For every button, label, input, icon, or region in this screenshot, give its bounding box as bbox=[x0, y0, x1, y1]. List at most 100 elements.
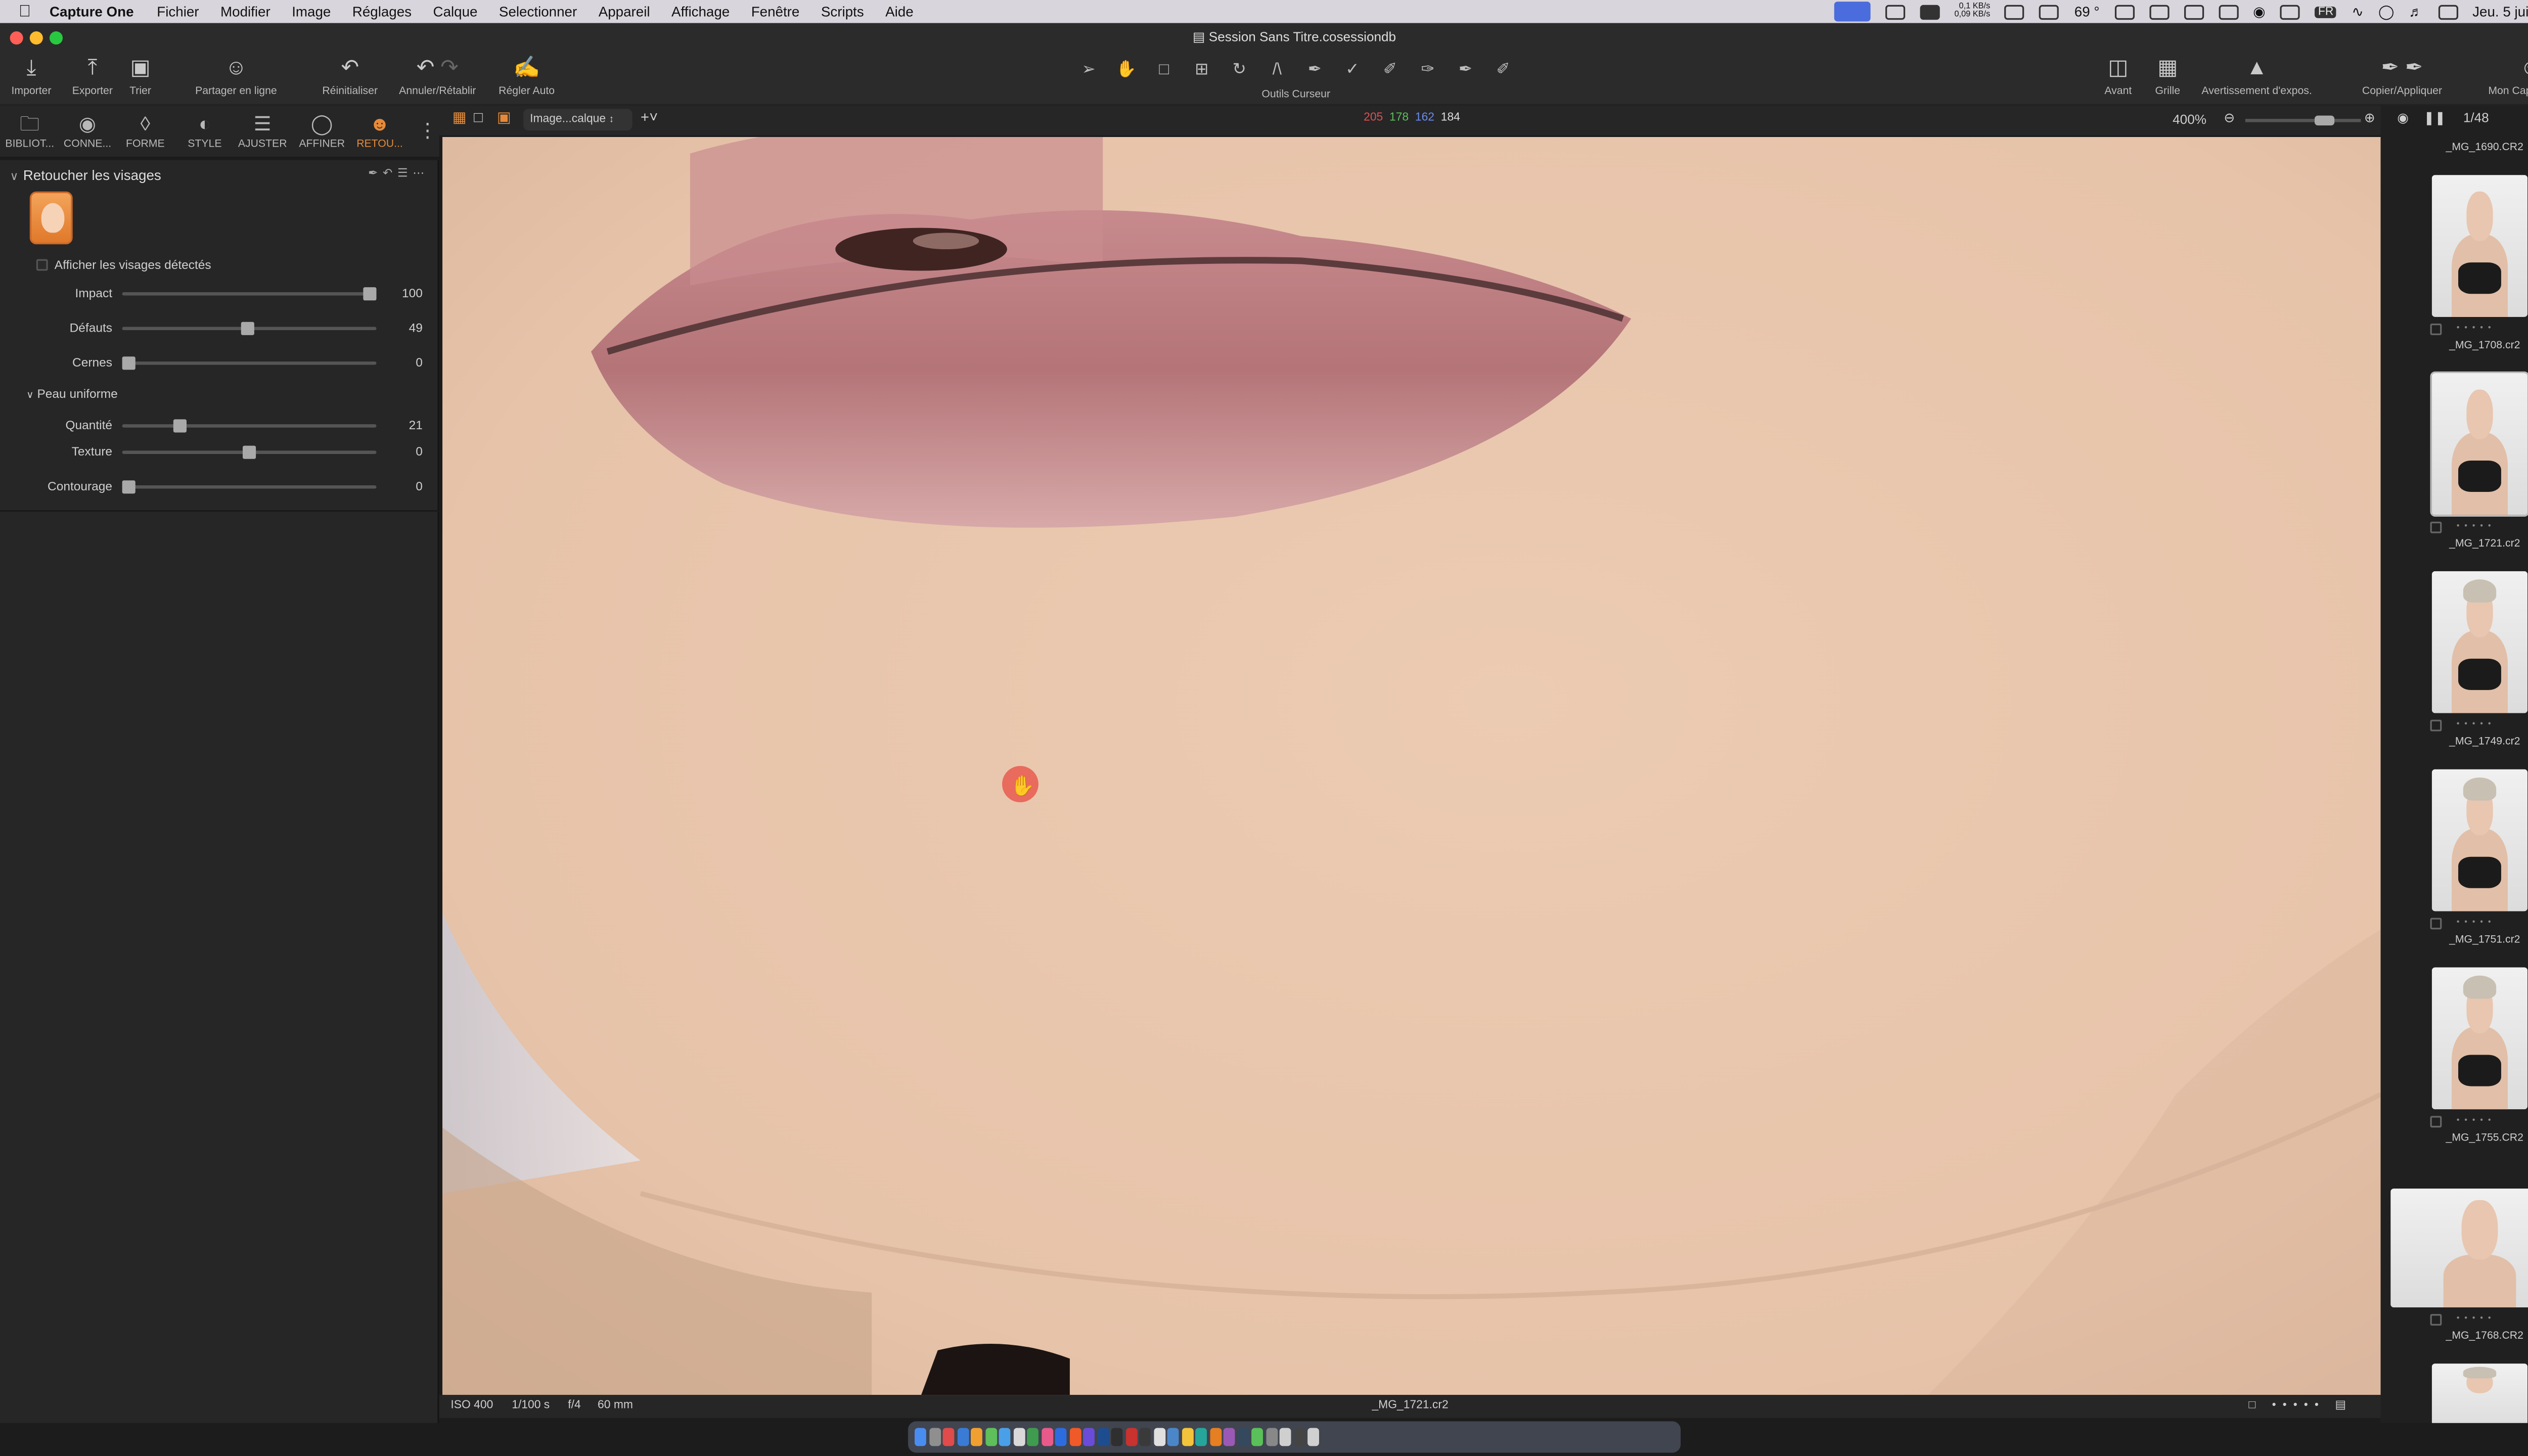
app-icon[interactable] bbox=[1069, 1428, 1081, 1446]
slider-track[interactable] bbox=[122, 445, 377, 459]
minimize-window-button[interactable] bbox=[29, 31, 43, 45]
thumb-checkbox[interactable] bbox=[2430, 1314, 2442, 1326]
slider-track[interactable] bbox=[122, 480, 377, 494]
apple-icon[interactable]:  bbox=[0, 3, 50, 21]
display-icon[interactable] bbox=[2218, 4, 2238, 19]
redo-icon[interactable]: ↷ bbox=[440, 55, 459, 79]
slider-track[interactable] bbox=[122, 356, 377, 370]
crop-tool-icon[interactable]: ⊞ bbox=[1186, 60, 1217, 78]
undo-redo-button[interactable]: ↶ ↷ Annuler/Rétablir bbox=[393, 53, 482, 98]
layer-select[interactable]: Image...calque ↕ bbox=[523, 109, 633, 130]
thumb-rating[interactable]: ••••• bbox=[2457, 1116, 2496, 1126]
my-capture-one-button[interactable]: ☺Mon Capture One bbox=[2479, 53, 2528, 98]
app-icon[interactable] bbox=[1223, 1428, 1235, 1446]
eyedropper-tool-icon[interactable]: ✓ bbox=[1337, 60, 1368, 78]
show-faces-checkbox[interactable] bbox=[36, 259, 48, 271]
thumb-checkbox[interactable] bbox=[2430, 521, 2442, 533]
app-icon[interactable] bbox=[1167, 1428, 1179, 1446]
zoom-window-button[interactable] bbox=[49, 31, 63, 45]
menu-affichage[interactable]: Affichage bbox=[671, 4, 730, 20]
tab-refine[interactable]: ◯ AFFINER bbox=[294, 109, 350, 150]
screen-record-icon[interactable] bbox=[1885, 4, 1905, 19]
trash-icon[interactable] bbox=[1307, 1428, 1319, 1446]
slider-track[interactable] bbox=[122, 419, 377, 433]
menu-aide[interactable]: Aide bbox=[885, 4, 914, 20]
zoom-out-icon[interactable]: ⊖ bbox=[2224, 111, 2235, 125]
app-icon[interactable] bbox=[1055, 1428, 1067, 1446]
menu-reglages[interactable]: Réglages bbox=[352, 4, 412, 20]
tab-adjust[interactable]: ☰ AJUSTER bbox=[235, 109, 291, 150]
thumb-rating[interactable]: ••••• bbox=[2457, 522, 2496, 532]
battery-graph-icon[interactable] bbox=[2005, 4, 2025, 19]
menu-app-name[interactable]: Capture One bbox=[50, 4, 134, 20]
app-icon[interactable] bbox=[1279, 1428, 1291, 1446]
clipboard-icon[interactable] bbox=[2280, 4, 2300, 19]
app-icon[interactable] bbox=[1013, 1428, 1025, 1446]
slider-contourage[interactable]: Contourage 0 bbox=[0, 475, 439, 498]
keystone-tool-icon[interactable]: /\ bbox=[1261, 60, 1292, 78]
app-icon[interactable] bbox=[1041, 1428, 1053, 1446]
image-viewer[interactable]: ✋ bbox=[442, 137, 2381, 1395]
app-icon[interactable] bbox=[1251, 1428, 1263, 1446]
thumbnail-selected[interactable] bbox=[2430, 371, 2528, 517]
thumb-checkbox[interactable] bbox=[2430, 719, 2442, 732]
slider-value[interactable]: 0 bbox=[383, 444, 423, 459]
eraser-tool-icon[interactable]: ✑ bbox=[1412, 60, 1443, 78]
volume-icon[interactable]: ♬ bbox=[2409, 4, 2423, 20]
slider-cernes[interactable]: Cernes 0 bbox=[0, 352, 439, 375]
auto-adjust-button[interactable]: ✍ Régler Auto bbox=[489, 53, 565, 98]
app-icon[interactable] bbox=[942, 1428, 955, 1446]
spot-tool-icon[interactable]: ✒ bbox=[1299, 60, 1330, 78]
tab-library[interactable]: 🗀 BIBLIOT... bbox=[2, 109, 58, 150]
panel-header[interactable]: ∨ Retoucher les visages ✒↶☰⋯ bbox=[0, 160, 439, 190]
zoom-in-icon[interactable]: ⊕ bbox=[2364, 111, 2375, 125]
grid-menu-icon[interactable] bbox=[1919, 4, 1940, 19]
rotate-tool-icon[interactable]: ↻ bbox=[1224, 60, 1255, 78]
slider-defauts[interactable]: Défauts 49 bbox=[0, 317, 439, 340]
single-view-icon[interactable]: □ bbox=[474, 109, 483, 126]
exposure-warning-button[interactable]: ▲ Avertissement d'expos. bbox=[2192, 53, 2321, 98]
tab-style[interactable]: ◐ STYLE bbox=[176, 109, 233, 150]
tab-capture[interactable]: ◉ CONNE... bbox=[60, 109, 116, 150]
thumb-rating[interactable]: ••••• bbox=[2457, 324, 2496, 334]
slider-knob[interactable] bbox=[122, 356, 136, 370]
menu-scripts[interactable]: Scripts bbox=[821, 4, 864, 20]
app-icon[interactable] bbox=[1153, 1428, 1165, 1446]
app-icon[interactable] bbox=[1083, 1428, 1095, 1446]
tab-shape[interactable]: ◊ FORME bbox=[117, 109, 173, 150]
app-icon[interactable] bbox=[1027, 1428, 1039, 1446]
thumb-rating[interactable]: ••••• bbox=[2457, 918, 2496, 928]
slider-knob[interactable] bbox=[240, 322, 254, 335]
slider-knob[interactable] bbox=[122, 480, 136, 494]
slider-texture[interactable]: Texture 0 bbox=[0, 441, 439, 464]
menu-image[interactable]: Image bbox=[292, 4, 331, 20]
control-center-icon[interactable] bbox=[2437, 4, 2458, 19]
app-icon[interactable] bbox=[1209, 1428, 1221, 1446]
user-icon[interactable]: ◯ bbox=[2378, 3, 2394, 21]
cpu-icon[interactable] bbox=[2114, 4, 2135, 19]
app-icon[interactable] bbox=[1125, 1428, 1137, 1446]
import-button[interactable]: ⤓ Importer bbox=[7, 53, 56, 98]
app-icon[interactable] bbox=[1097, 1428, 1109, 1446]
share-button[interactable]: ☺ Partager en ligne bbox=[185, 53, 287, 98]
launchpad-icon[interactable] bbox=[928, 1428, 940, 1446]
close-window-button[interactable] bbox=[10, 31, 23, 45]
play-icon[interactable]: ◉ bbox=[2253, 3, 2265, 21]
app-icon[interactable] bbox=[984, 1428, 997, 1446]
menu-fenetre[interactable]: Fenêtre bbox=[751, 4, 800, 20]
zoom-slider-knob[interactable] bbox=[2314, 115, 2335, 126]
before-button[interactable]: ◫ Avant bbox=[2093, 53, 2143, 98]
grid-view-icon[interactable]: ▦ bbox=[453, 109, 467, 127]
slider-track[interactable] bbox=[122, 287, 377, 301]
input-language[interactable]: FR bbox=[2315, 6, 2337, 18]
reset-button[interactable]: ↶ Réinitialiser bbox=[313, 53, 386, 98]
slider-value[interactable]: 49 bbox=[383, 320, 423, 335]
slider-value[interactable]: 0 bbox=[383, 479, 423, 493]
thumbnail[interactable] bbox=[2431, 1363, 2528, 1423]
brush-tool-icon[interactable]: ✐ bbox=[1375, 60, 1406, 78]
hand-tool-icon[interactable]: ✋ bbox=[1111, 60, 1142, 78]
finder-icon[interactable] bbox=[914, 1428, 926, 1446]
app-icon[interactable] bbox=[1265, 1428, 1277, 1446]
eye-icon[interactable]: ◉ bbox=[2397, 111, 2409, 125]
thumbnail[interactable] bbox=[2390, 1189, 2528, 1308]
